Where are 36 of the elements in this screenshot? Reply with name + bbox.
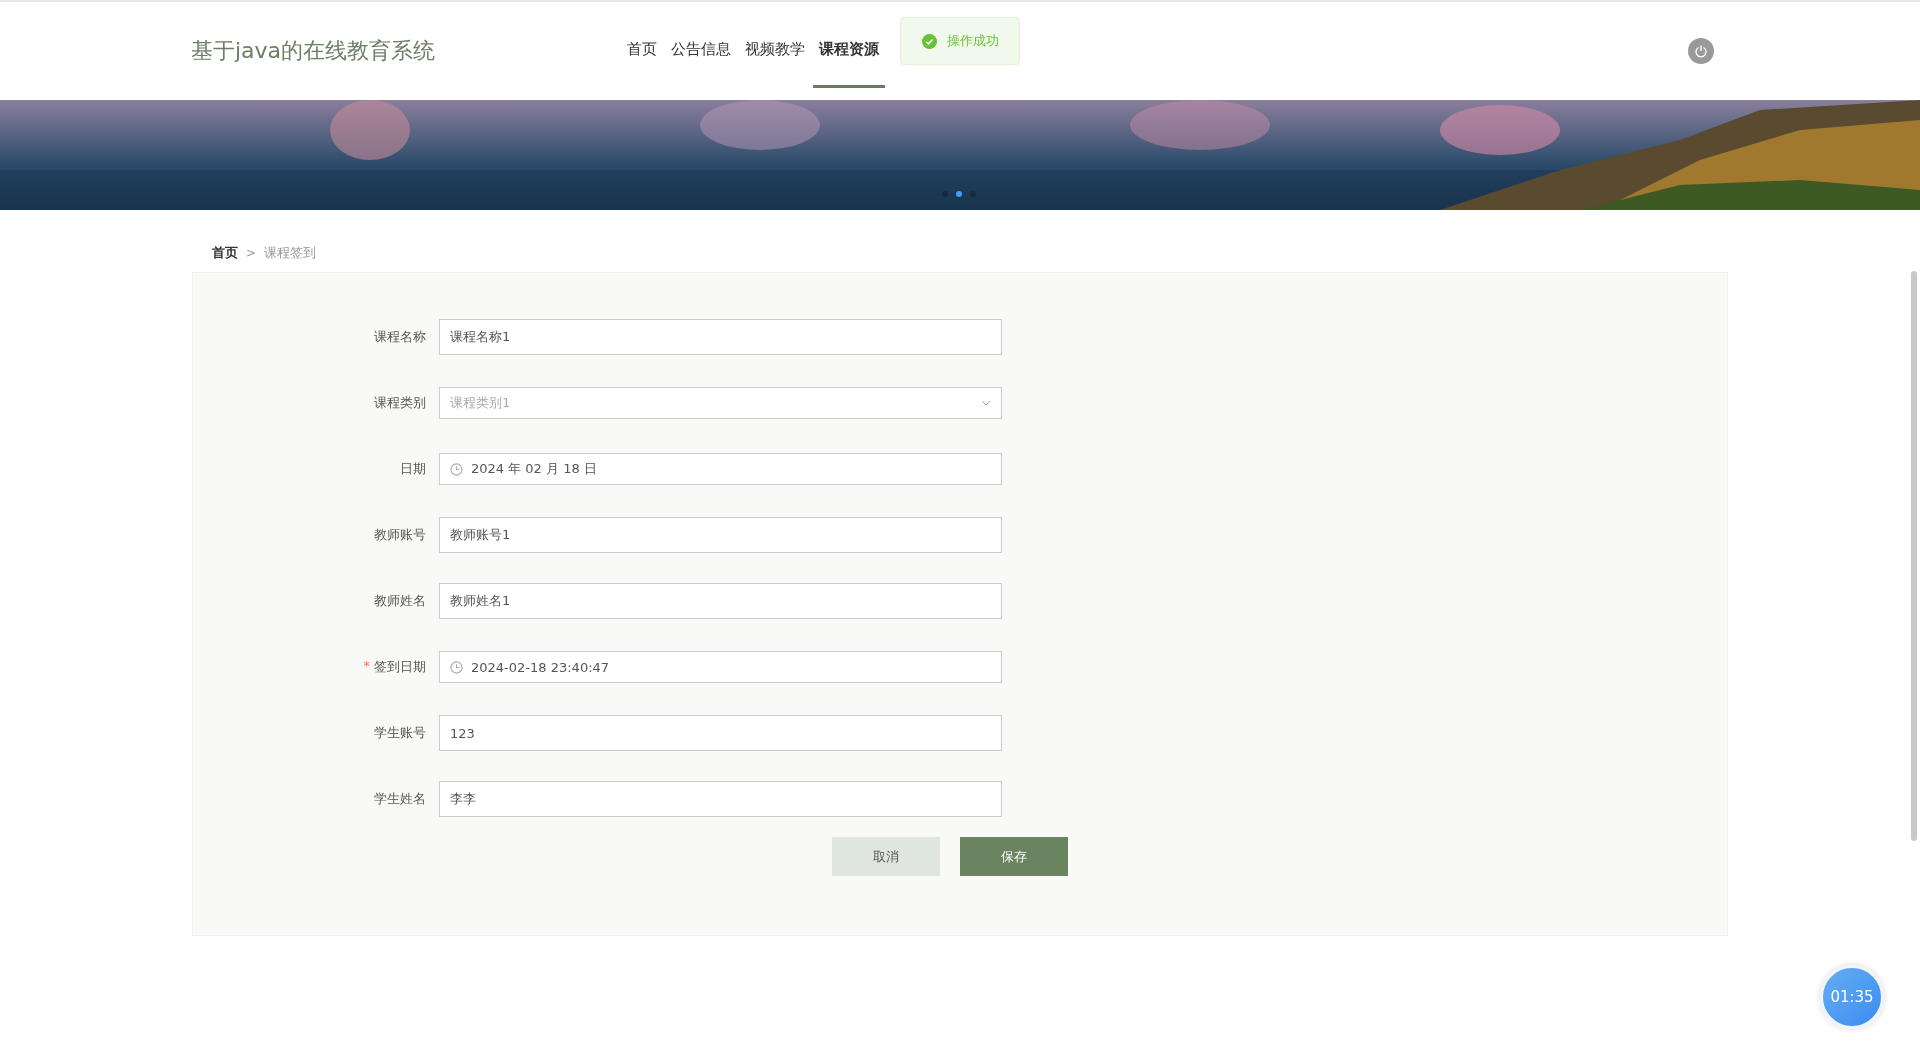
input-field[interactable]: 李李 — [439, 781, 1002, 817]
date-field[interactable]: 2024-02-18 23:40:47 — [439, 651, 1002, 683]
save-button[interactable]: 保存 — [960, 837, 1068, 876]
input-field[interactable]: 课程名称1 — [439, 319, 1002, 355]
field-label: 课程名称 — [374, 328, 426, 346]
breadcrumb-item: 课程签到 — [264, 244, 317, 262]
field-label: 学生账号 — [374, 724, 426, 742]
timer-badge: 01:35 — [1820, 965, 1884, 1029]
field-label: 课程类别 — [374, 394, 426, 412]
carousel-dot[interactable] — [942, 191, 948, 197]
toast-message: 操作成功 — [946, 32, 999, 50]
nav-tab[interactable]: 视频教学 — [739, 14, 811, 88]
nav-tab[interactable]: 公告信息 — [665, 14, 737, 88]
breadcrumb-separator: > — [246, 246, 257, 260]
clock-icon — [450, 462, 463, 476]
chevron-down-icon — [981, 400, 991, 406]
field-label: 教师账号 — [374, 526, 426, 544]
cancel-button[interactable]: 取消 — [832, 837, 940, 876]
input-field[interactable]: 123 — [439, 715, 1002, 751]
power-icon[interactable] — [1688, 38, 1714, 64]
clock-icon — [450, 660, 463, 674]
field-label: 学生姓名 — [374, 790, 426, 808]
carousel-dot[interactable] — [956, 191, 962, 197]
input-field[interactable]: 教师账号1 — [439, 517, 1002, 553]
field-label: 教师姓名 — [374, 592, 426, 610]
check-circle-icon — [921, 33, 937, 49]
field-label: 日期 — [400, 460, 426, 478]
nav-tab[interactable]: 课程资源 — [813, 14, 885, 88]
field-label: 签到日期 — [374, 658, 426, 676]
date-field[interactable]: 2024 年 02 月 18 日 — [439, 453, 1002, 485]
nav-tab[interactable]: 首页 — [621, 14, 663, 88]
breadcrumb-item[interactable]: 首页 — [212, 244, 238, 262]
required-mark: * — [363, 658, 370, 675]
carousel-dot[interactable] — [970, 191, 976, 197]
input-field[interactable]: 教师姓名1 — [439, 583, 1002, 619]
site-title: 基于java的在线教育系统 — [191, 37, 437, 65]
